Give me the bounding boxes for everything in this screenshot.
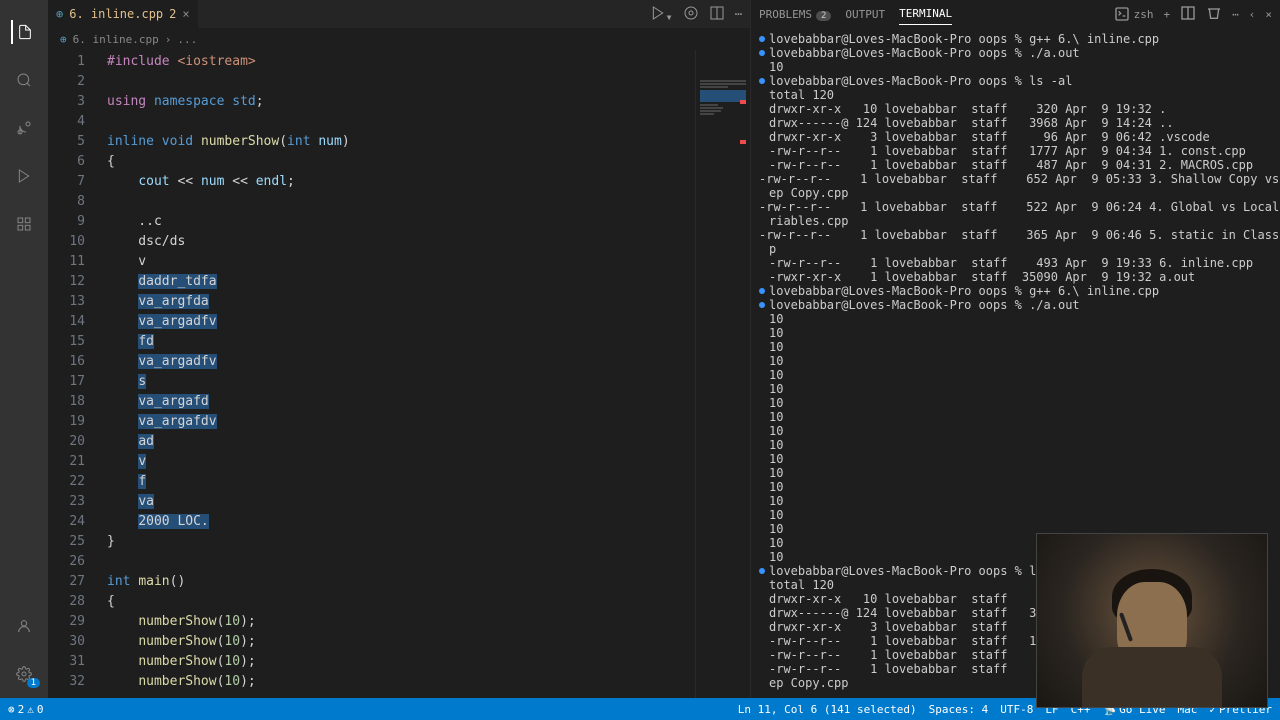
split-icon[interactable] [709, 5, 725, 24]
status-errors[interactable]: ⊗ 2 ⚠ 0 [8, 703, 44, 716]
terminal-tabs: PROBLEMS2 OUTPUT TERMINAL zsh + ⋯ ‹ × [751, 0, 1280, 28]
tab-bar: ⊕ 6. inline.cpp 2 × ▾ ⋯ [48, 0, 750, 28]
close-panel-icon[interactable]: × [1265, 8, 1272, 21]
line-gutter: 1234567891011121314151617181920212223242… [48, 50, 103, 698]
status-encoding[interactable]: UTF-8 [1000, 703, 1033, 716]
gear-icon[interactable] [683, 5, 699, 24]
breadcrumb-more: ... [177, 33, 197, 46]
more-terminal-icon[interactable]: ⋯ [1232, 8, 1239, 21]
cpp-icon: ⊕ [56, 7, 63, 21]
file-tab[interactable]: ⊕ 6. inline.cpp 2 × [48, 0, 199, 28]
search-icon[interactable] [12, 68, 36, 92]
tab-problems[interactable]: PROBLEMS2 [759, 4, 831, 25]
tab-actions: ▾ ⋯ [650, 0, 750, 28]
tab-output[interactable]: OUTPUT [845, 4, 885, 25]
code-area[interactable]: 1234567891011121314151617181920212223242… [48, 50, 750, 698]
activity-bar: 1 [0, 0, 48, 698]
minimap[interactable] [695, 50, 750, 698]
settings-icon[interactable]: 1 [12, 662, 36, 686]
close-icon[interactable]: × [182, 7, 189, 21]
code-content[interactable]: #include <iostream>using namespace std;i… [103, 50, 695, 698]
run-icon[interactable]: ▾ [650, 5, 673, 24]
status-cursor[interactable]: Ln 11, Col 6 (141 selected) [738, 703, 917, 716]
status-spaces[interactable]: Spaces: 4 [929, 703, 989, 716]
extensions-icon[interactable] [12, 212, 36, 236]
breadcrumb-file: 6. inline.cpp [73, 33, 159, 46]
webcam-overlay [1036, 533, 1268, 708]
run-debug-icon[interactable] [12, 164, 36, 188]
trash-icon[interactable] [1206, 5, 1222, 24]
tab-terminal[interactable]: TERMINAL [899, 3, 952, 25]
account-icon[interactable] [12, 614, 36, 638]
cpp-icon: ⊕ [60, 33, 67, 46]
more-icon[interactable]: ⋯ [735, 7, 742, 21]
explorer-icon[interactable] [11, 20, 35, 44]
editor-column: ⊕ 6. inline.cpp 2 × ▾ ⋯ ⊕ 6. inline.cpp … [48, 0, 750, 698]
problems-badge: 2 [816, 11, 831, 21]
split-terminal-icon[interactable] [1180, 5, 1196, 24]
tab-problem-count: 2 [169, 7, 176, 21]
source-control-icon[interactable] [12, 116, 36, 140]
shell-select[interactable]: zsh [1114, 6, 1154, 22]
prev-icon[interactable]: ‹ [1249, 8, 1256, 21]
breadcrumb-sep: › [165, 33, 172, 46]
breadcrumb[interactable]: ⊕ 6. inline.cpp › ... [48, 28, 750, 50]
tab-filename: 6. inline.cpp [69, 7, 163, 21]
new-terminal-icon[interactable]: + [1164, 8, 1171, 21]
settings-badge: 1 [27, 678, 40, 688]
